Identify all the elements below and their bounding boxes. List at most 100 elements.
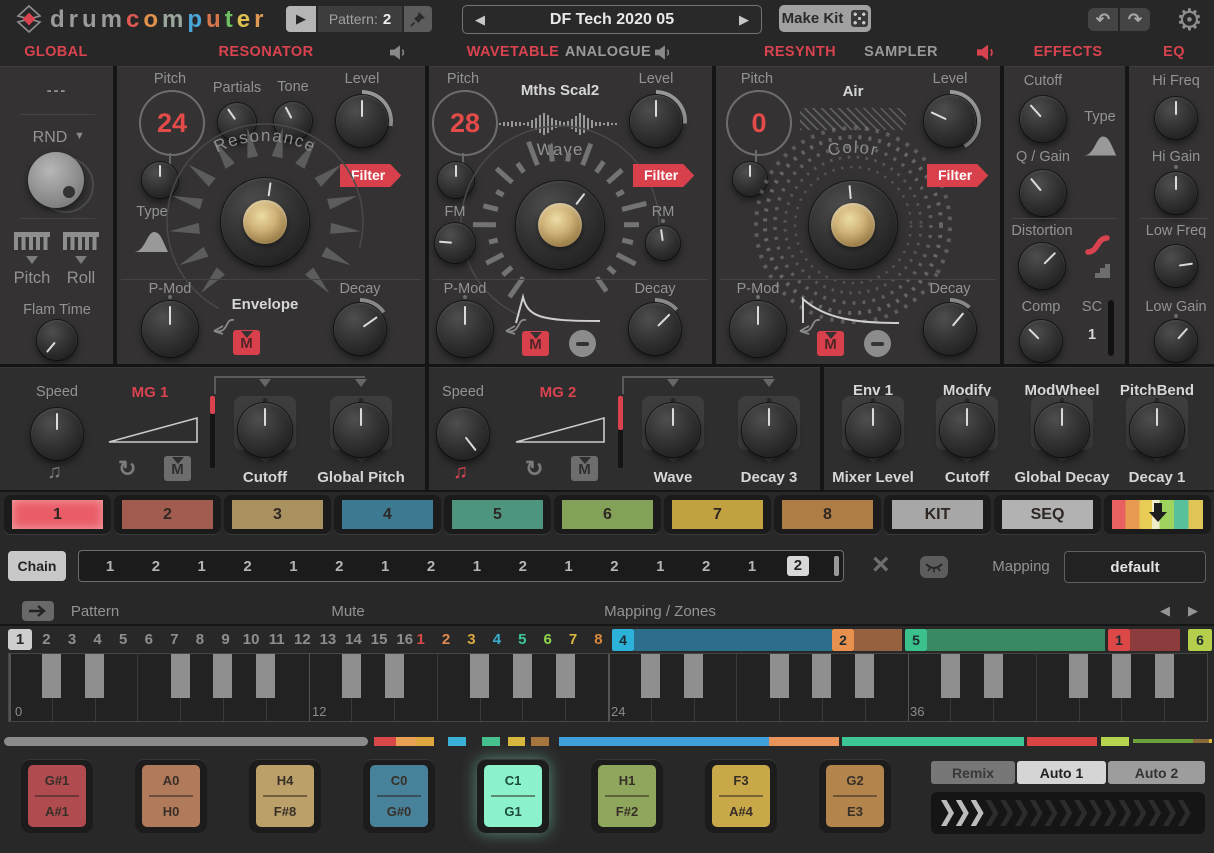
- chain-step[interactable]: 2: [328, 558, 350, 575]
- pattern-link-icon[interactable]: [22, 601, 54, 621]
- cutoff-knob[interactable]: [1020, 96, 1066, 142]
- resynth-sample-name[interactable]: Air: [843, 84, 864, 99]
- zone-bar[interactable]: [854, 629, 902, 651]
- fm-knob[interactable]: [435, 223, 475, 263]
- chain-step[interactable]: 2: [603, 558, 625, 575]
- wavetable-envelope-display[interactable]: [510, 293, 606, 327]
- chain-step[interactable]: 1: [99, 558, 121, 575]
- low-freq-knob[interactable]: [1155, 245, 1197, 287]
- chain-step[interactable]: 1: [374, 558, 396, 575]
- pad-button[interactable]: 1: [4, 495, 111, 534]
- trigger-pad[interactable]: F3A#4: [705, 759, 777, 833]
- wavetable-name[interactable]: Mths Scal2: [521, 83, 599, 98]
- chain-step[interactable]: 2: [512, 558, 534, 575]
- pattern-number[interactable]: 14: [341, 629, 367, 650]
- black-key[interactable]: [213, 654, 232, 698]
- black-key[interactable]: [513, 654, 532, 698]
- zone-bar[interactable]: [1130, 629, 1180, 651]
- tab-eq[interactable]: EQ: [1163, 44, 1185, 60]
- play-button[interactable]: ▶: [286, 6, 316, 32]
- pattern-number[interactable]: 12: [290, 629, 316, 650]
- mute-number[interactable]: 7: [560, 629, 585, 650]
- black-key[interactable]: [1069, 654, 1088, 698]
- black-key[interactable]: [641, 654, 660, 698]
- pattern-number[interactable]: 13: [315, 629, 341, 650]
- pattern-number[interactable]: 8: [187, 629, 213, 650]
- closed-eye-icon[interactable]: [920, 556, 948, 578]
- preset-name[interactable]: DF Tech 2020 05: [497, 11, 727, 29]
- remix-button[interactable]: Remix: [931, 761, 1015, 784]
- pad-button[interactable]: 2: [114, 495, 221, 534]
- mg1-mod-icon[interactable]: M: [164, 456, 191, 481]
- auto1-button[interactable]: Auto 1: [1017, 761, 1106, 784]
- mute-number[interactable]: 3: [459, 629, 484, 650]
- pattern-number[interactable]: 4: [85, 629, 111, 650]
- mg1-wave-display[interactable]: [105, 410, 205, 446]
- chain-step[interactable]: 2: [787, 556, 809, 576]
- resynth-level-knob[interactable]: [924, 95, 976, 147]
- resynth-pmod-knob[interactable]: [730, 301, 786, 357]
- tab-resynth[interactable]: RESYNTH: [764, 44, 836, 60]
- pad-button[interactable]: 6: [554, 495, 661, 534]
- chain-step[interactable]: 1: [282, 558, 304, 575]
- zone-bar[interactable]: [927, 629, 1105, 651]
- zone-chip[interactable]: 5: [905, 629, 927, 651]
- chain-step[interactable]: 2: [695, 558, 717, 575]
- mg2-sync-note-icon[interactable]: ♫: [453, 462, 468, 482]
- pad-button[interactable]: 7: [664, 495, 771, 534]
- mute-number[interactable]: 2: [433, 629, 458, 650]
- black-key[interactable]: [1112, 654, 1131, 698]
- chain-scroll-handle[interactable]: [834, 556, 839, 576]
- mute-number[interactable]: 6: [535, 629, 560, 650]
- wave-knob[interactable]: [516, 181, 604, 269]
- resonance-knob[interactable]: [221, 178, 309, 266]
- mg2-wave-display[interactable]: [512, 410, 612, 446]
- trigger-pad[interactable]: H4F#8: [249, 759, 321, 833]
- black-key[interactable]: [470, 654, 489, 698]
- roll-dropdown-icon[interactable]: [75, 256, 87, 270]
- pitchbend-amount-knob[interactable]: [1130, 403, 1184, 457]
- mute-number[interactable]: 8: [586, 629, 611, 650]
- mute-number[interactable]: 4: [484, 629, 509, 650]
- resynth-mod-env-icon[interactable]: M: [817, 331, 844, 356]
- zone-bar[interactable]: [634, 629, 832, 651]
- mg2-mod-icon[interactable]: M: [571, 456, 598, 481]
- zones-prev-button[interactable]: ◀: [1160, 603, 1170, 619]
- pattern-number[interactable]: 2: [34, 629, 60, 650]
- wavetable-minus-icon[interactable]: [569, 330, 596, 357]
- hi-freq-knob[interactable]: [1155, 97, 1197, 139]
- wavetable-decay-knob[interactable]: [629, 303, 681, 355]
- pattern-number[interactable]: 15: [366, 629, 392, 650]
- flam-time-knob[interactable]: [37, 320, 77, 360]
- pattern-number[interactable]: 11: [264, 629, 290, 650]
- black-key[interactable]: [770, 654, 789, 698]
- zone-chip[interactable]: 6: [1188, 629, 1212, 651]
- hi-gain-knob[interactable]: [1155, 172, 1197, 214]
- chain-step[interactable]: 1: [191, 558, 213, 575]
- pad-collapse-button[interactable]: [1104, 495, 1211, 534]
- resynth-envelope-display[interactable]: [795, 293, 905, 327]
- pad-button[interactable]: 8: [774, 495, 881, 534]
- resonator-mod-env-icon[interactable]: M: [233, 330, 260, 355]
- pad-button[interactable]: SEQ: [994, 495, 1101, 534]
- zone-chip[interactable]: 1: [1108, 629, 1130, 651]
- mg2-dest1-knob[interactable]: [646, 403, 700, 457]
- rm-knob[interactable]: [646, 226, 680, 260]
- modwheel-amount-knob[interactable]: [1035, 403, 1089, 457]
- pad-button[interactable]: 3: [224, 495, 331, 534]
- wavetable-filter-tag[interactable]: Filter: [633, 164, 694, 187]
- q-gain-knob[interactable]: [1020, 170, 1066, 216]
- mg1-loop-icon[interactable]: ↻: [118, 458, 136, 480]
- tab-resonator[interactable]: RESONATOR: [219, 44, 314, 60]
- chain-step[interactable]: 1: [649, 558, 671, 575]
- chain-button[interactable]: Chain: [8, 551, 66, 581]
- zones-next-button[interactable]: ▶: [1188, 603, 1198, 619]
- pattern-display[interactable]: Pattern: 2: [318, 6, 402, 32]
- trigger-pad[interactable]: A0H0: [135, 759, 207, 833]
- zone-chip[interactable]: 4: [612, 629, 634, 651]
- tab-effects[interactable]: EFFECTS: [1034, 44, 1103, 60]
- modify-amount-knob[interactable]: [940, 403, 994, 457]
- black-key[interactable]: [812, 654, 831, 698]
- resynth-filter-tag[interactable]: Filter: [927, 164, 988, 187]
- black-key[interactable]: [385, 654, 404, 698]
